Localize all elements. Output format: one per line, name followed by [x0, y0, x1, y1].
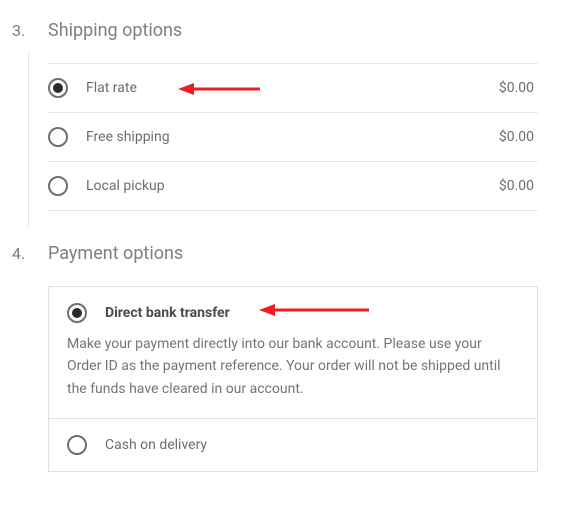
payment-options-box: Direct bank transfer Make your payment d…	[48, 286, 538, 472]
shipping-option-free-shipping[interactable]: Free shipping $0.00	[48, 113, 538, 162]
payment-description: Make your payment directly into our bank…	[49, 333, 537, 419]
shipping-option-flat-rate[interactable]: Flat rate $0.00	[48, 64, 538, 113]
payment-option-bank-transfer[interactable]: Direct bank transfer	[49, 287, 537, 333]
payment-label: Direct bank transfer	[105, 305, 230, 321]
payment-label: Cash on delivery	[105, 437, 207, 453]
step-connector-line	[28, 52, 29, 227]
payment-option-cash-on-delivery[interactable]: Cash on delivery	[49, 419, 537, 471]
step-number: 4.	[12, 243, 48, 472]
shipping-option-local-pickup[interactable]: Local pickup $0.00	[48, 162, 538, 211]
shipping-price: $0.00	[499, 178, 534, 194]
radio-icon	[48, 176, 68, 196]
payment-title: Payment options	[48, 243, 538, 264]
radio-icon	[48, 78, 68, 98]
shipping-price: $0.00	[499, 80, 534, 96]
radio-icon	[67, 303, 87, 323]
shipping-label: Flat rate	[86, 80, 499, 96]
annotation-arrow-icon	[259, 301, 369, 319]
shipping-price: $0.00	[499, 129, 534, 145]
shipping-label: Local pickup	[86, 178, 499, 194]
shipping-options-list: Flat rate $0.00 Free shipping $0.00 Loca…	[48, 63, 538, 211]
step-number: 3.	[12, 20, 48, 211]
step-payment: 4. Payment options Direct bank transfer …	[12, 243, 538, 472]
shipping-label: Free shipping	[86, 129, 499, 145]
step-shipping: 3. Shipping options Flat rate $0.00 Free…	[12, 20, 538, 211]
radio-icon	[67, 435, 87, 455]
radio-icon	[48, 127, 68, 147]
shipping-title: Shipping options	[48, 20, 538, 41]
